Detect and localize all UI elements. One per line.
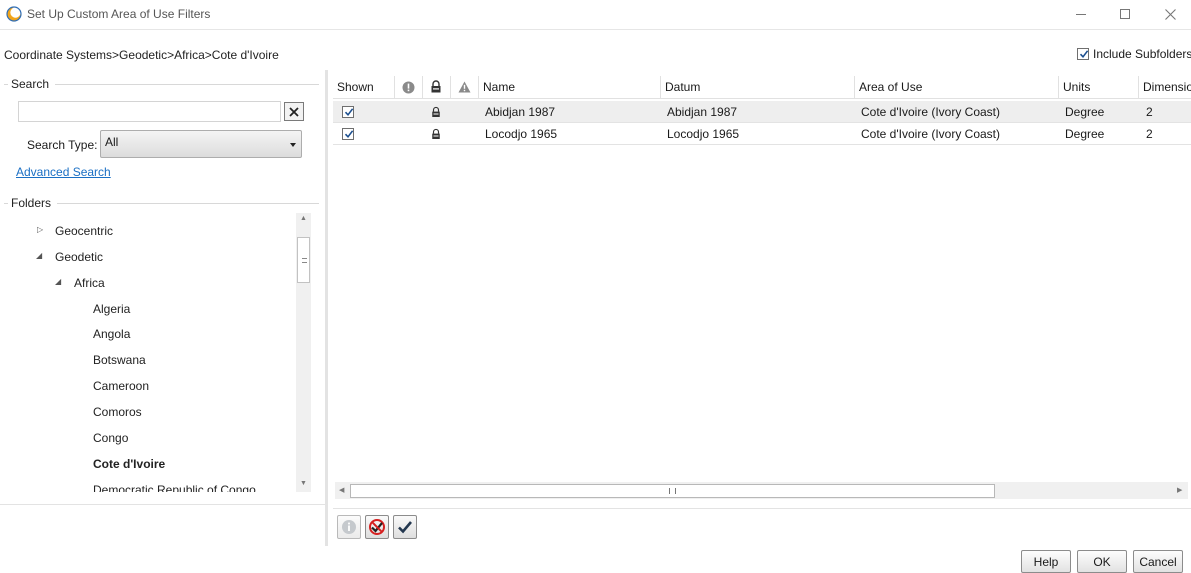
search-input[interactable] <box>18 101 281 122</box>
grip-icon <box>302 258 307 263</box>
warning-icon <box>458 81 471 93</box>
cell-name: Locodjo 1965 <box>485 127 558 141</box>
panel-splitter[interactable] <box>325 70 328 546</box>
tree-item-angola[interactable]: Angola <box>93 327 130 341</box>
cell-dimension: 2 <box>1146 105 1153 119</box>
include-subfolders-checkbox[interactable]: Include Subfolders <box>1077 47 1191 61</box>
column-header-area-of-use[interactable]: Area of Use <box>855 76 1059 99</box>
tree-item-geocentric[interactable]: Geocentric <box>55 224 113 238</box>
uncheck-all-button[interactable] <box>365 515 389 539</box>
scroll-right-icon[interactable]: ▶ <box>1177 486 1182 494</box>
search-group-label: Search <box>8 77 56 91</box>
shown-checkbox[interactable] <box>342 106 354 118</box>
cell-name: Abidjan 1987 <box>485 105 556 119</box>
column-header-lock[interactable] <box>423 76 451 99</box>
collapse-arrow-icon[interactable]: ◢ <box>55 277 61 286</box>
chevron-down-icon <box>290 143 296 147</box>
collapse-arrow-icon[interactable]: ◢ <box>36 251 42 260</box>
shown-checkbox[interactable] <box>342 128 354 140</box>
column-header-units[interactable]: Units <box>1059 76 1139 99</box>
lock-icon <box>431 80 441 93</box>
column-header-name[interactable]: Name <box>479 76 661 99</box>
column-header-shown[interactable]: Shown <box>333 76 395 99</box>
lock-icon <box>432 128 440 139</box>
column-header-datum[interactable]: Datum <box>661 76 855 99</box>
cell-units: Degree <box>1065 105 1105 119</box>
cell-dimension: 2 <box>1146 127 1153 141</box>
info-icon <box>342 520 356 534</box>
tree-item-botswana[interactable]: Botswana <box>93 353 146 367</box>
clear-search-button[interactable] <box>284 102 304 121</box>
tree-item-clip: Democratic Republic of Congo <box>90 480 290 492</box>
close-button[interactable] <box>1147 0 1191 28</box>
scrollbar-thumb[interactable] <box>297 237 310 283</box>
cell-datum: Locodjo 1965 <box>667 127 740 141</box>
expand-arrow-icon[interactable]: ▷ <box>37 225 43 234</box>
table-row[interactable]: Abidjan 1987 Abidjan 1987 Cote d'Ivoire … <box>333 101 1191 123</box>
ok-button[interactable]: OK <box>1077 550 1127 573</box>
advanced-search-link[interactable]: Advanced Search <box>16 165 111 179</box>
maximize-icon <box>1120 9 1130 19</box>
breadcrumb: Coordinate Systems>Geodetic>Africa>Cote … <box>4 48 279 62</box>
minimize-icon <box>1076 13 1086 15</box>
cell-area-of-use: Cote d'Ivoire (Ivory Coast) <box>861 105 1001 119</box>
cancel-button[interactable]: Cancel <box>1133 550 1183 573</box>
scroll-up-icon[interactable]: ▲ <box>300 215 307 222</box>
grid-header: Shown Name Datum Area of Use Units Dimen… <box>333 76 1191 99</box>
column-header-warning[interactable] <box>451 76 479 99</box>
title-separator <box>0 29 1191 30</box>
clear-icon <box>289 106 299 117</box>
window-title: Set Up Custom Area of Use Filters <box>27 7 211 21</box>
cell-units: Degree <box>1065 127 1105 141</box>
maximize-button[interactable] <box>1102 0 1148 28</box>
search-type-label: Search Type: <box>27 138 98 152</box>
left-panel-bottom-border <box>0 504 325 505</box>
info-button[interactable] <box>337 515 361 539</box>
search-type-select[interactable]: All <box>100 130 302 158</box>
scroll-down-icon[interactable]: ▼ <box>300 480 307 487</box>
title-bar: Set Up Custom Area of Use Filters <box>0 0 1191 30</box>
minimize-button[interactable] <box>1058 0 1104 28</box>
grip-icon <box>669 488 676 494</box>
tree-item-cameroon[interactable]: Cameroon <box>93 379 149 393</box>
tree-item-democratic-republic-of-congo[interactable]: Democratic Republic of Congo <box>93 483 256 492</box>
tree-item-comoros[interactable]: Comoros <box>93 405 142 419</box>
help-button[interactable]: Help <box>1021 550 1071 573</box>
uncheck-all-icon <box>369 519 385 535</box>
tree-item-geodetic[interactable]: Geodetic <box>55 250 103 264</box>
info-icon <box>402 81 415 94</box>
cell-datum: Abidjan 1987 <box>667 105 738 119</box>
grid-horizontal-scrollbar[interactable]: ◀ ▶ <box>335 482 1188 499</box>
lock-icon <box>432 106 440 117</box>
column-header-dimension[interactable]: Dimensio <box>1139 76 1191 99</box>
close-icon <box>1164 8 1176 20</box>
tree-item-algeria[interactable]: Algeria <box>93 302 130 316</box>
coordinate-systems-grid: Shown Name Datum Area of Use Units Dimen… <box>333 76 1191 496</box>
scrollbar-thumb[interactable] <box>350 484 995 498</box>
include-subfolders-label: Include Subfolders <box>1093 47 1191 61</box>
scroll-left-icon[interactable]: ◀ <box>339 486 344 494</box>
table-row[interactable]: Locodjo 1965 Locodjo 1965 Cote d'Ivoire … <box>333 123 1191 145</box>
tree-item-cote-divoire[interactable]: Cote d'Ivoire <box>93 457 165 471</box>
search-type-value: All <box>105 135 119 149</box>
app-logo-icon <box>6 6 22 22</box>
grid-toolbar <box>333 508 1191 546</box>
check-all-button[interactable] <box>393 515 417 539</box>
check-all-icon <box>398 521 412 534</box>
tree-item-congo[interactable]: Congo <box>93 431 128 445</box>
tree-item-africa[interactable]: Africa <box>74 276 105 290</box>
folders-group-label: Folders <box>8 196 58 210</box>
folders-scrollbar[interactable]: ▲ ▼ <box>296 213 311 492</box>
column-header-info[interactable] <box>395 76 423 99</box>
cell-area-of-use: Cote d'Ivoire (Ivory Coast) <box>861 127 1001 141</box>
include-subfolders-check[interactable] <box>1077 48 1089 60</box>
